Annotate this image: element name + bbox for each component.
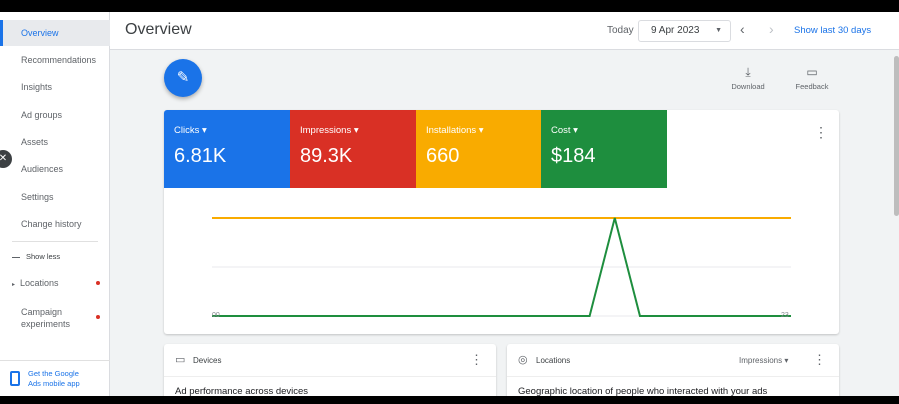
more-options-button[interactable]: ⋮: [813, 352, 826, 368]
card-title: Locations: [536, 356, 571, 365]
sidebar-item-campaign-experiments[interactable]: Campaign experiments: [0, 304, 110, 334]
metric-value: 89.3K: [300, 145, 353, 167]
devices-card: ▭ Devices ⋮ Ad performance across device…: [164, 344, 496, 396]
metric-tile-cost[interactable]: Cost ▾ $184: [541, 110, 667, 188]
card-description: Ad performance across devices: [175, 386, 309, 396]
line-chart: [212, 217, 791, 317]
chart-grid: [212, 217, 791, 317]
show-last-30-days-link[interactable]: Show last 30 days: [794, 25, 871, 36]
sidebar: Overview Recommendations Insights Ad gro…: [0, 12, 110, 396]
performance-chart-card: Clicks ▾ 6.81K Impressions ▾ 89.3K Insta…: [164, 110, 839, 334]
metric-value: 660: [426, 145, 460, 167]
date-range-label: Today: [607, 25, 634, 36]
sidebar-item-change-history[interactable]: Change history: [0, 211, 110, 237]
next-period-button[interactable]: ›: [769, 21, 774, 37]
page-title: Overview: [125, 21, 192, 38]
feedback-label: Feedback: [795, 82, 829, 91]
metric-label: Cost ▾: [551, 125, 578, 136]
show-less-label: Show less: [26, 252, 61, 261]
sidebar-item-settings[interactable]: Settings: [0, 184, 110, 210]
metric-label: Clicks ▾: [174, 125, 207, 136]
chevron-left-icon: ‹: [740, 21, 745, 37]
download-label: Download: [731, 82, 765, 91]
metric-tile-clicks[interactable]: Clicks ▾ 6.81K: [164, 110, 290, 188]
devices-icon: ▭: [175, 354, 186, 366]
pencil-icon: ✎: [176, 69, 190, 86]
divider: [507, 376, 839, 377]
more-options-button[interactable]: ⋮: [470, 352, 483, 368]
close-icon: ✕: [0, 153, 8, 164]
chevron-right-icon: ▸: [12, 282, 16, 288]
scrollbar-thumb[interactable]: [894, 56, 899, 216]
x-tick-label: 23: [781, 312, 789, 319]
metric-tile-installations[interactable]: Installations ▾ 660: [416, 110, 542, 188]
metric-label: Installations ▾: [426, 125, 484, 136]
download-icon: ⤓: [745, 65, 751, 79]
metric-value: 6.81K: [174, 145, 227, 167]
sidebar-item-overview[interactable]: Overview: [0, 20, 110, 46]
app-window: Overview Recommendations Insights Ad gro…: [0, 12, 899, 396]
sidebar-item-label: Locations: [20, 278, 59, 288]
date-picker[interactable]: 9 Apr 2023 ▼: [638, 20, 731, 42]
card-description: Geographic location of people who intera…: [518, 386, 768, 396]
get-app-label: Get the Google Ads mobile app: [28, 369, 80, 388]
sidebar-item-insights[interactable]: Insights: [0, 74, 110, 100]
previous-period-button[interactable]: ‹: [740, 21, 745, 37]
minus-icon: [12, 256, 20, 258]
sidebar-divider: [12, 241, 98, 242]
feedback-button[interactable]: ▭ Feedback: [787, 64, 837, 91]
dropdown-arrow-icon: ▼: [715, 27, 722, 34]
download-button[interactable]: ⤓ Download: [723, 64, 773, 91]
phone-icon: [10, 371, 20, 386]
sidebar-item-audiences[interactable]: Audiences: [0, 156, 110, 182]
metric-label: Impressions ▾: [300, 125, 359, 136]
feedback-icon: ▭: [806, 65, 818, 79]
card-title: Devices: [193, 356, 222, 365]
notification-dot: [96, 315, 100, 319]
more-vert-icon: ⋮: [814, 124, 828, 140]
more-options-button[interactable]: ⋮: [814, 124, 828, 141]
scrollbar[interactable]: [893, 50, 899, 396]
metric-dropdown[interactable]: Impressions ▾: [739, 356, 788, 365]
metric-tile-impressions[interactable]: Impressions ▾ 89.3K: [290, 110, 416, 188]
metric-value: $184: [551, 145, 596, 167]
sidebar-item-ad-groups[interactable]: Ad groups: [0, 102, 110, 128]
x-tick-label: 00: [212, 312, 220, 319]
get-mobile-app-link[interactable]: Get the Google Ads mobile app: [0, 360, 110, 396]
locations-card: ◎ Locations Impressions ▾ ⋮ Geographic l…: [507, 344, 839, 396]
chevron-right-icon: ›: [769, 21, 774, 37]
date-value: 9 Apr 2023: [651, 25, 700, 36]
header: Overview Today 9 Apr 2023 ▼ ‹ › Show las…: [110, 12, 899, 50]
divider: [164, 376, 496, 377]
location-search-icon: ◎: [518, 354, 528, 366]
sidebar-item-recommendations[interactable]: Recommendations: [0, 47, 110, 73]
show-less-toggle[interactable]: Show less: [0, 244, 110, 270]
sidebar-item-locations[interactable]: ▸ Locations: [0, 270, 110, 296]
notification-dot: [96, 281, 100, 285]
sidebar-item-assets[interactable]: Assets: [0, 129, 110, 155]
edit-fab-button[interactable]: ✎: [164, 59, 202, 97]
